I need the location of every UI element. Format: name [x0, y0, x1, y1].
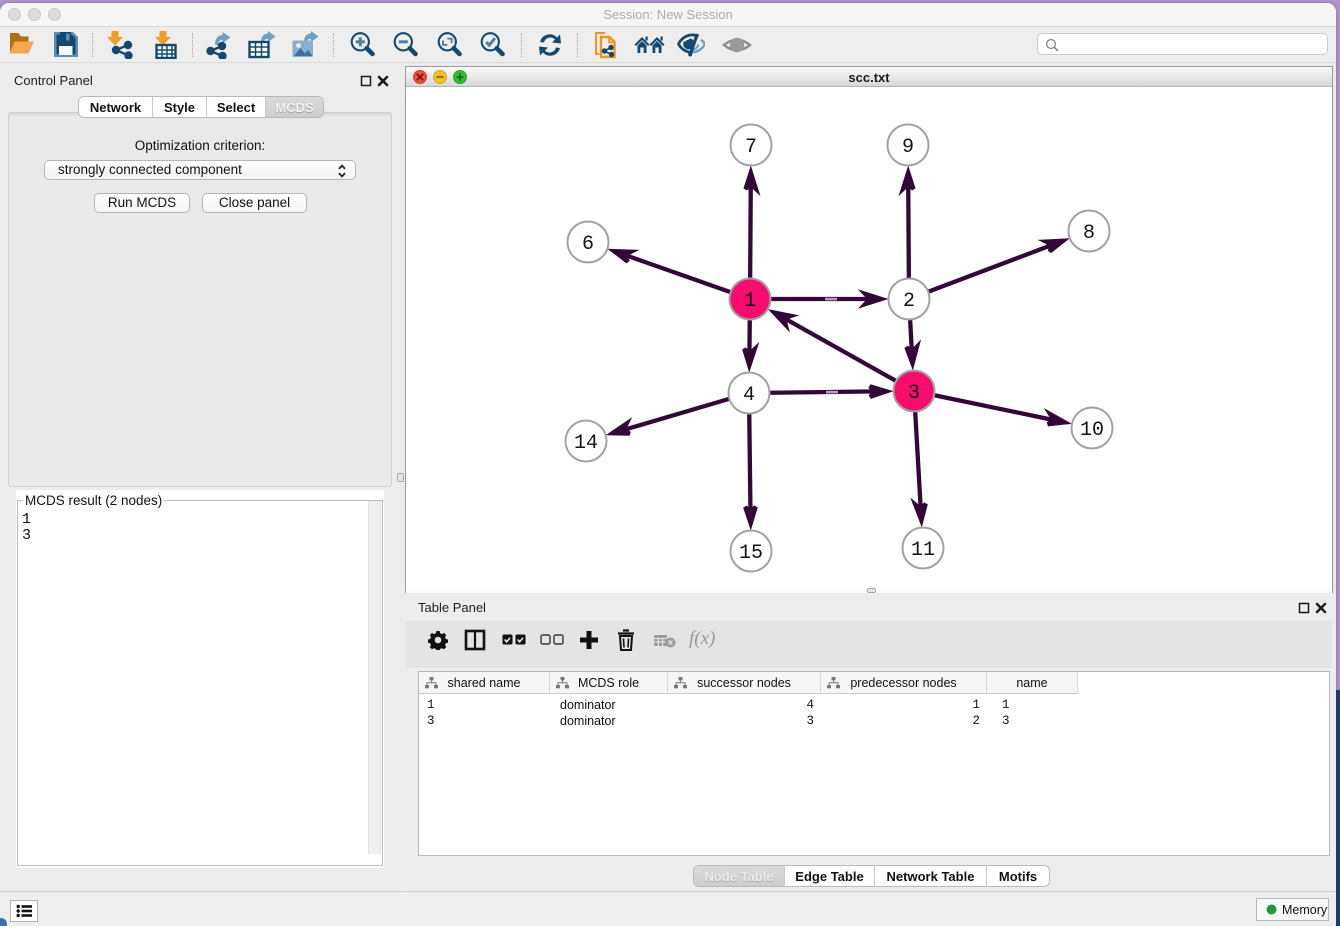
svg-text:7: 7	[745, 136, 757, 159]
svg-text:2: 2	[903, 290, 915, 313]
svg-text:1: 1	[744, 290, 756, 313]
svg-text:6: 6	[582, 233, 594, 256]
svg-text:10: 10	[1080, 419, 1104, 442]
svg-text:9: 9	[902, 136, 914, 159]
svg-text:8: 8	[1083, 222, 1095, 245]
svg-text:4: 4	[743, 384, 755, 407]
svg-text:15: 15	[739, 542, 763, 565]
svg-text:11: 11	[911, 539, 935, 562]
svg-text:14: 14	[574, 432, 598, 455]
svg-text:3: 3	[908, 382, 920, 405]
